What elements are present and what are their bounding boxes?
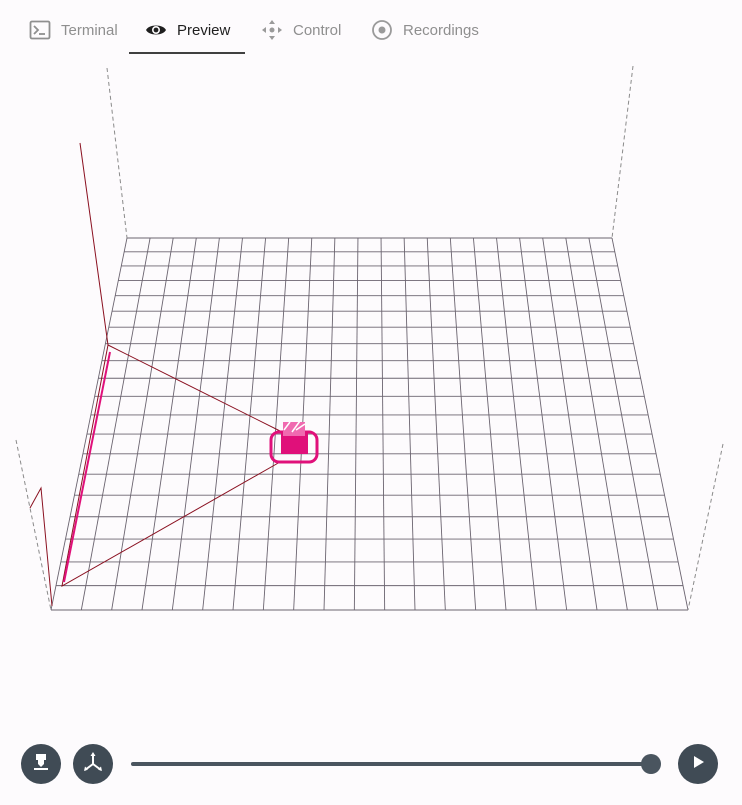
- axes-icon: [82, 751, 104, 778]
- eye-icon: [145, 22, 167, 38]
- axes-button[interactable]: [73, 744, 113, 784]
- travel-line: [61, 344, 281, 587]
- grid-column-line: [171, 237, 220, 611]
- travel-line: [29, 486, 53, 607]
- build-volume-edges: [15, 65, 724, 611]
- grid-column-line: [403, 237, 416, 611]
- grid-column-line: [232, 237, 267, 611]
- tab-control[interactable]: Control: [245, 6, 357, 54]
- layer-slider-thumb[interactable]: [641, 754, 661, 774]
- extrusion-line: [63, 351, 111, 583]
- grid-column-line: [323, 237, 336, 611]
- extruder-icon: [31, 752, 51, 777]
- play-button[interactable]: [678, 744, 718, 784]
- grid-column-line: [449, 237, 477, 611]
- grid-column-line: [519, 237, 568, 611]
- build-plate-grid: [50, 237, 689, 611]
- move-arrows-icon: [261, 19, 283, 41]
- tab-terminal[interactable]: Terminal: [13, 6, 134, 54]
- extruder-button[interactable]: [21, 744, 61, 784]
- playback-controls: [0, 732, 742, 805]
- gcode-preview-viewport[interactable]: [0, 56, 742, 732]
- grid-column-line: [426, 237, 446, 611]
- grid-column-line: [202, 237, 243, 611]
- tab-label: Preview: [177, 21, 231, 39]
- printed-object: [269, 420, 319, 464]
- record-circle-icon: [371, 19, 393, 41]
- grid-column-line: [380, 237, 386, 611]
- tab-bar: Terminal Preview Control Recordings: [0, 0, 742, 56]
- preview-canvas[interactable]: [0, 56, 742, 732]
- grid-column-line: [496, 237, 537, 611]
- layer-slider-track[interactable]: [131, 762, 651, 766]
- terminal-icon: [29, 20, 51, 40]
- grid-column-line: [353, 237, 359, 611]
- travel-line: [79, 142, 283, 433]
- tab-label: Control: [293, 21, 342, 39]
- grid-column-line: [141, 237, 197, 611]
- tab-label: Terminal: [61, 21, 118, 39]
- grid-column-line: [472, 237, 507, 611]
- travel-paths: [29, 142, 283, 607]
- play-icon: [690, 754, 706, 775]
- printer-preview-app: Terminal Preview Control Recordings: [0, 0, 742, 805]
- grid-column-line: [542, 237, 598, 611]
- tab-preview[interactable]: Preview: [129, 6, 246, 54]
- grid-column-line: [565, 237, 628, 611]
- grid-column-line: [111, 237, 174, 611]
- active-tab-indicator: [129, 52, 245, 54]
- tab-recordings[interactable]: Recordings: [355, 6, 495, 54]
- tab-label: Recordings: [403, 21, 479, 39]
